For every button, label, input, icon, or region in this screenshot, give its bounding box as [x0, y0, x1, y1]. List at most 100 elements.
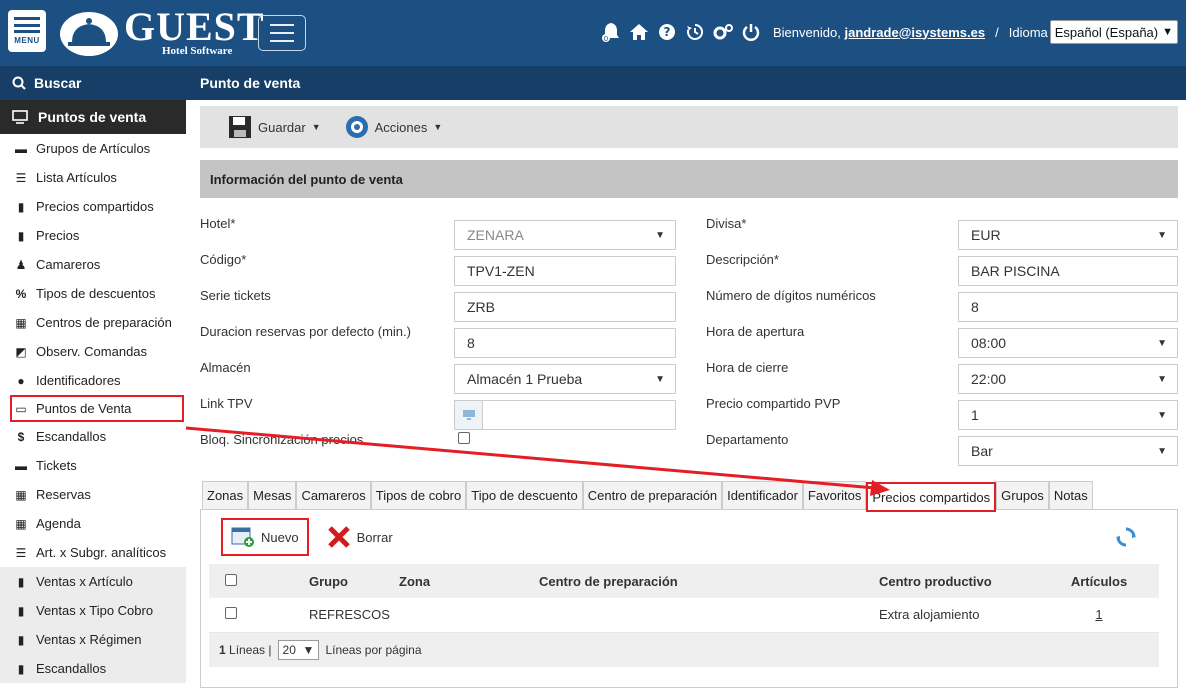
- tab-notas[interactable]: Notas: [1048, 481, 1093, 509]
- cierre-select[interactable]: 22:00 ▼: [958, 364, 1178, 394]
- notifications-icon[interactable]: 0: [599, 20, 623, 44]
- duracion-label: Duracion reservas por defecto (min.): [200, 324, 411, 339]
- user-circle-icon: ●: [17, 373, 25, 388]
- apertura-select[interactable]: 08:00 ▼: [958, 328, 1178, 358]
- col-grupo[interactable]: Grupo: [249, 564, 399, 598]
- tab-zonas[interactable]: Zonas: [202, 481, 249, 509]
- departamento-label: Departamento: [706, 432, 789, 447]
- serie-label: Serie tickets: [200, 288, 271, 303]
- form-row-link: Link TPV Precio compartido PVP 1 ▼: [200, 392, 1178, 430]
- duracion-input[interactable]: 8: [454, 328, 676, 358]
- percent-icon: %: [15, 286, 27, 301]
- tab-tipos-cobro[interactable]: Tipos de cobro: [370, 481, 467, 509]
- sidebar-item-puntos-de-venta[interactable]: ▭ Puntos de Venta: [10, 395, 184, 422]
- hotel-select[interactable]: ZENARA ▼: [454, 220, 676, 250]
- sidebar-item-camareros[interactable]: ♟ Camareros: [0, 250, 186, 279]
- precio-compartido-select[interactable]: 1 ▼: [958, 400, 1178, 430]
- delete-button[interactable]: Borrar: [327, 525, 393, 549]
- sidebar-search[interactable]: Buscar: [0, 66, 186, 100]
- sidebar-section-puntos-de-venta[interactable]: Puntos de venta: [0, 100, 186, 134]
- sidebar-item-precios[interactable]: ▮ Precios: [0, 221, 186, 250]
- svg-text:?: ?: [663, 25, 670, 39]
- monitor-icon: [12, 110, 28, 124]
- page-title: Punto de venta: [186, 66, 1186, 100]
- sidebar-item-lista-articulos[interactable]: ☰ Lista Artículos: [0, 163, 186, 192]
- tab-identificador[interactable]: Identificador: [722, 481, 803, 509]
- table-header-row: Grupo Zona Centro de preparación Centro …: [209, 564, 1159, 598]
- sidebar-item-centros-preparacion[interactable]: ▦ Centros de preparación: [0, 308, 186, 337]
- menu-button[interactable]: MENU: [8, 10, 46, 52]
- monitor-icon: ▭: [15, 401, 27, 416]
- sidebar-item-precios-compartidos[interactable]: ▮ Precios compartidos: [0, 192, 186, 221]
- chevron-down-icon: ▼: [302, 642, 315, 657]
- divisa-label: Divisa*: [706, 216, 747, 231]
- cell-articulos-link[interactable]: 1: [1039, 598, 1159, 633]
- user-link[interactable]: jandrade@isystems.es: [845, 25, 986, 40]
- table-row[interactable]: REFRESCOS Extra alojamiento 1: [209, 598, 1159, 633]
- col-centro-preparacion[interactable]: Centro de preparación: [539, 564, 819, 598]
- home-icon[interactable]: [627, 20, 651, 44]
- sidebar-item-grupos-articulos[interactable]: ▬ Grupos de Artículos: [0, 134, 186, 163]
- sidebar-item-ventas-articulo[interactable]: ▮ Ventas x Artículo: [0, 567, 186, 596]
- help-icon[interactable]: ?: [655, 20, 679, 44]
- history-icon[interactable]: [683, 20, 707, 44]
- sidebar-item-tickets[interactable]: ▬ Tickets: [0, 451, 186, 480]
- row-checkbox[interactable]: [225, 607, 237, 620]
- file-excel-icon: ▮: [17, 228, 25, 243]
- select-all-checkbox[interactable]: [225, 573, 237, 586]
- actions-button[interactable]: Acciones ▼: [345, 115, 442, 139]
- sidebar-item-ventas-tipo-cobro[interactable]: ▮ Ventas x Tipo Cobro: [0, 596, 186, 625]
- sidebar-item-agenda[interactable]: ▦ Agenda: [0, 509, 186, 538]
- digitos-input[interactable]: 8: [958, 292, 1178, 322]
- link-tpv-input[interactable]: [454, 400, 676, 430]
- sidebar-item-identificadores[interactable]: ● Identificadores: [0, 366, 186, 395]
- delete-x-icon: [327, 526, 350, 548]
- codigo-input[interactable]: TPV1-ZEN: [454, 256, 676, 286]
- search-icon: [12, 76, 26, 90]
- settings-icon[interactable]: [711, 20, 735, 44]
- computer-icon[interactable]: [455, 401, 483, 429]
- tab-centro-preparacion[interactable]: Centro de preparación: [582, 481, 723, 509]
- tab-favoritos[interactable]: Favoritos: [802, 481, 867, 509]
- caret-down-icon: ▼: [1157, 373, 1167, 385]
- bloq-sincronizacion-checkbox[interactable]: [458, 432, 470, 444]
- logo: GUEST Hotel Software: [58, 6, 265, 60]
- save-button[interactable]: Guardar ▼: [228, 115, 321, 139]
- form-row-codigo: Código* TPV1-ZEN Descripción* BAR PISCIN…: [200, 248, 1178, 286]
- tab-camareros[interactable]: Camareros: [296, 481, 371, 509]
- language-label: Idioma: [1008, 24, 1048, 40]
- language-select[interactable]: Español (España) ▼: [1049, 20, 1178, 44]
- grid-toolbar: Nuevo Borrar: [201, 510, 1177, 564]
- tab-grupos[interactable]: Grupos: [996, 481, 1049, 509]
- form-row-bloq: Bloq. Sincronización precios Departament…: [200, 428, 1178, 466]
- divisa-select[interactable]: EUR ▼: [958, 220, 1178, 250]
- new-button[interactable]: Nuevo: [221, 518, 309, 556]
- col-articulos[interactable]: Artículos: [1039, 564, 1159, 598]
- page-size-select[interactable]: 20 ▼: [277, 639, 320, 660]
- sidebar-item-tipos-descuentos[interactable]: % Tipos de descuentos: [0, 279, 186, 308]
- almacen-select[interactable]: Almacén 1 Prueba ▼: [454, 364, 676, 394]
- serie-input[interactable]: ZRB: [454, 292, 676, 322]
- sidebar-item-observ-comandas[interactable]: ◩ Observ. Comandas: [0, 337, 186, 366]
- hamburger-icon: [14, 17, 40, 33]
- caret-down-icon: ▼: [1157, 409, 1167, 421]
- tab-tipo-descuento[interactable]: Tipo de descuento: [466, 481, 583, 509]
- sidebar-item-art-subgr-analiticos[interactable]: ☰ Art. x Subgr. analíticos: [0, 538, 186, 567]
- sidebar-item-escandallos-report[interactable]: ▮ Escandallos: [0, 654, 186, 683]
- caret-down-icon: ▼: [655, 373, 665, 385]
- refresh-icon[interactable]: [1115, 526, 1137, 551]
- sidebar-item-reservas[interactable]: ▦ Reservas: [0, 480, 186, 509]
- col-zona[interactable]: Zona: [399, 564, 539, 598]
- descripcion-input[interactable]: BAR PISCINA: [958, 256, 1178, 286]
- sidebar-item-ventas-regimen[interactable]: ▮ Ventas x Régimen: [0, 625, 186, 654]
- power-icon[interactable]: [739, 20, 763, 44]
- departamento-select[interactable]: Bar ▼: [958, 436, 1178, 466]
- col-centro-productivo[interactable]: Centro productivo: [819, 564, 1039, 598]
- tab-precios-compartidos[interactable]: Precios compartidos: [866, 482, 997, 512]
- tab-panel-precios-compartidos: Nuevo Borrar Grupo Zona Centro de prepar…: [200, 510, 1178, 688]
- notification-count: 0: [604, 35, 608, 43]
- cell-zona: [399, 598, 539, 633]
- tab-mesas[interactable]: Mesas: [248, 481, 297, 509]
- sidebar-item-escandallos[interactable]: $ Escandallos: [0, 422, 186, 451]
- sidebar-toggle-button[interactable]: [258, 15, 306, 51]
